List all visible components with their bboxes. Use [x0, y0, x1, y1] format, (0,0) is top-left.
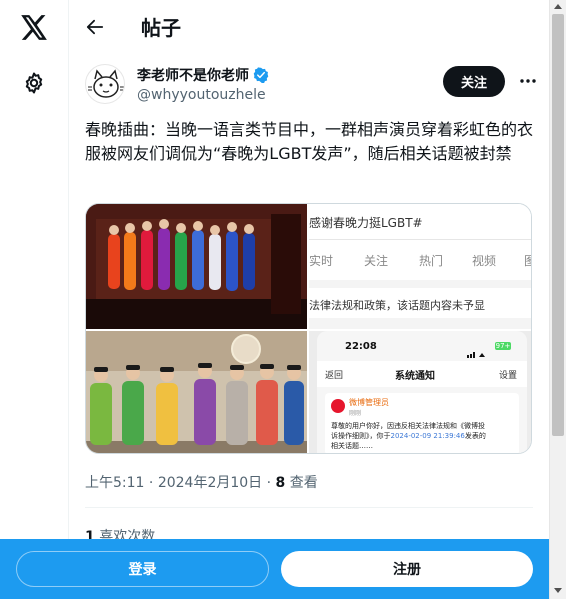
author-name[interactable]: 李老师不是你老师	[137, 65, 269, 85]
page-header: 帖子	[69, 0, 549, 53]
weibo-topic-title: 感谢春晚力挺LGBT#	[309, 216, 423, 230]
phone-time: 22:08	[345, 341, 377, 352]
notice-body: 尊敬的用户你好，因违反相关法律法规和《微博投 诉操作细则》，你于2024-02-…	[331, 421, 515, 451]
x-logo-icon[interactable]	[16, 9, 52, 45]
author-handle[interactable]: @whyyoutouzhele	[137, 87, 266, 103]
scroll-up-arrow[interactable]	[554, 4, 562, 9]
post-date[interactable]: 2024年2月10日	[158, 475, 262, 491]
scroll-down-arrow[interactable]	[554, 588, 562, 593]
verified-badge-icon	[253, 67, 269, 83]
weibo-tab: 图	[524, 252, 531, 269]
battery-indicator: 97+	[495, 342, 511, 350]
author-row: 李老师不是你老师 @whyyoutouzhele 关注	[85, 62, 549, 110]
left-nav	[0, 0, 69, 599]
divider	[85, 507, 533, 508]
weibo-tab: 关注	[364, 254, 389, 268]
login-button[interactable]: 登录	[16, 551, 269, 587]
follow-button[interactable]: 关注	[443, 66, 505, 97]
weibo-tab: 视频	[472, 254, 497, 268]
post-text: 春晚插曲：当晚一语言类节目中，一群相声演员穿着彩虹色的衣服被网友们调侃为“春晚为…	[85, 120, 534, 163]
weibo-notice-text: 法律法规和政策，该话题内容未予显	[309, 299, 485, 312]
notice-body-3: 发表的	[464, 432, 486, 440]
media-photo-stage[interactable]	[86, 204, 307, 329]
bottom-signup-bar: 登录 注册	[0, 539, 549, 599]
more-icon[interactable]	[513, 66, 543, 96]
weibo-tab: 实时	[309, 254, 334, 268]
weibo-tabs: 实时 关注 热门 视频 图	[309, 240, 531, 280]
author-name-text: 李老师不是你老师	[137, 68, 249, 84]
media-grid[interactable]: 感谢春晚力挺LGBT# 实时 关注 热门 视频 图 法律法规和政策，该话题内容未…	[85, 203, 532, 454]
post-timestamp: 上午5:11 · 2024年2月10日 · 8 查看	[85, 472, 318, 492]
views-count: 8	[275, 475, 286, 491]
signal-icon	[467, 343, 489, 358]
back-button[interactable]	[77, 9, 113, 45]
post-time[interactable]: 上午5:11	[85, 475, 144, 491]
avatar[interactable]	[85, 64, 125, 104]
meta-separator: ·	[144, 475, 158, 491]
meta-separator: ·	[262, 475, 276, 491]
notice-settings: 设置	[499, 371, 518, 381]
media-weibo-topic[interactable]: 感谢春晚力挺LGBT# 实时 关注 热门 视频 图 法律法规和政策，该话题内容未…	[309, 204, 531, 329]
gear-icon[interactable]	[16, 65, 52, 101]
signup-button[interactable]: 注册	[281, 551, 533, 587]
notice-date: 2024-02-09 21:39:46	[390, 432, 465, 440]
media-photo-performers[interactable]	[86, 331, 307, 453]
notice-body-1: 尊敬的用户你好，因违反相关法律法规和《微博投	[331, 422, 485, 430]
notice-sender: 微博管理员	[349, 398, 389, 407]
weibo-logo-icon	[331, 399, 345, 413]
notice-body-4: 相关话题……	[331, 442, 373, 450]
media-weibo-notice[interactable]: 22:08 97+ 返回 系统通知 设置 微博管理员 刚刚 尊敬的用户你好，因违…	[309, 331, 531, 453]
arrow-left-icon	[86, 19, 104, 34]
notice-title: 系统通知	[395, 371, 435, 382]
notice-back-link: 返回	[325, 371, 344, 381]
main-column: 帖子 李老师不是你老师 @whyyoutouzhele 关注 春晚插曲：当晚一语…	[69, 0, 549, 599]
scroll-thumb[interactable]	[552, 14, 564, 436]
notice-body-2: 诉操作细则》，你于	[331, 432, 391, 440]
views-label: 查看	[285, 475, 318, 491]
scrollbar[interactable]	[549, 0, 566, 599]
notice-sender-sub: 刚刚	[349, 410, 362, 417]
weibo-tab: 热门	[419, 254, 444, 268]
page-title: 帖子	[141, 16, 181, 40]
